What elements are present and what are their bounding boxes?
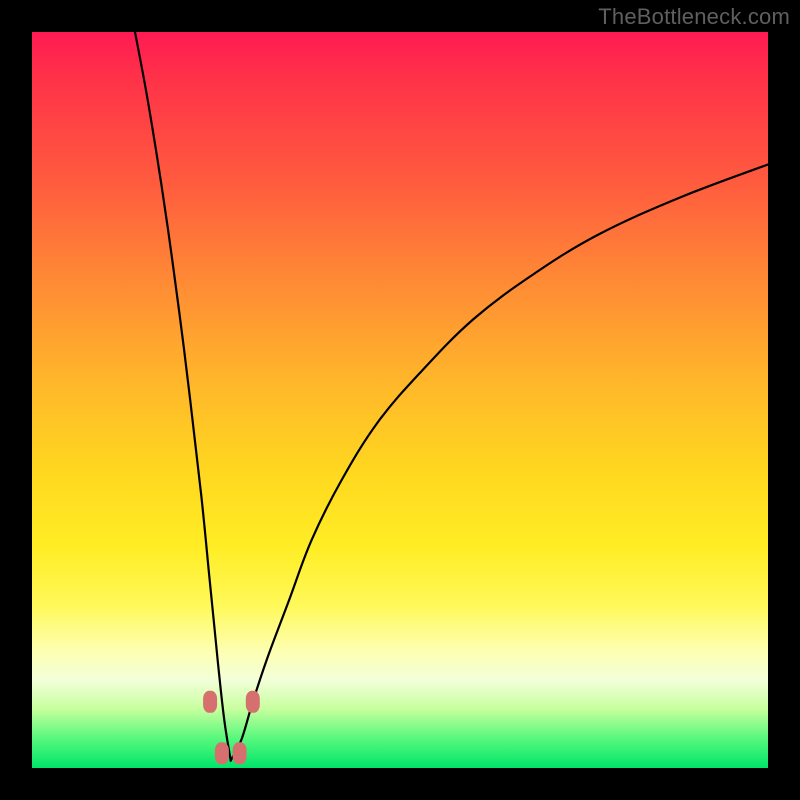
valley-marker-0 — [203, 691, 217, 713]
valley-marker-1 — [215, 742, 229, 764]
valley-marker-2 — [233, 742, 247, 764]
chart-frame: TheBottleneck.com — [0, 0, 800, 800]
plot-area — [32, 32, 768, 768]
watermark-text: TheBottleneck.com — [598, 4, 790, 30]
curve-svg — [32, 32, 768, 768]
curve-left-branch — [135, 32, 231, 761]
curve-right-branch — [231, 165, 768, 761]
valley-marker-3 — [246, 691, 260, 713]
valley-markers — [203, 691, 260, 765]
